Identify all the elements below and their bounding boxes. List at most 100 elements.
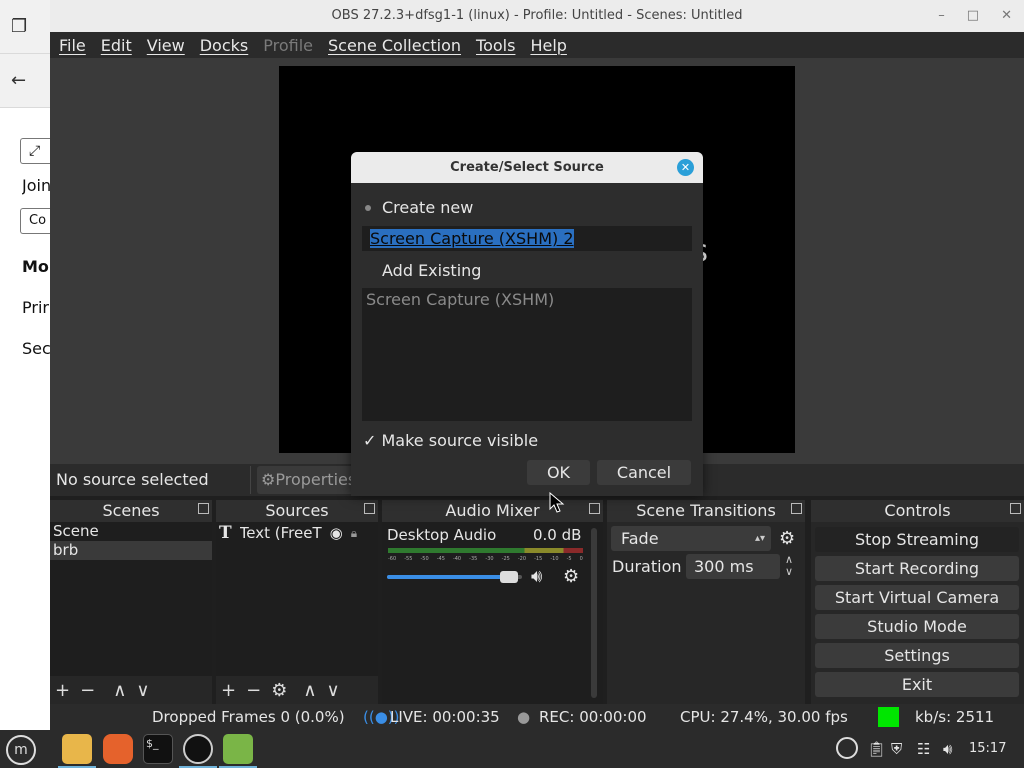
obs-tray-icon[interactable] [836, 737, 858, 759]
audio-mixer-title: Audio Mixer [445, 501, 540, 520]
move-up-icon[interactable]: ∧ [113, 680, 126, 701]
volume-slider-handle[interactable] [499, 571, 518, 583]
meter-tick: -50 [420, 556, 429, 562]
existing-sources-list[interactable]: Screen Capture (XSHM) [362, 288, 692, 421]
volume-icon[interactable]: 🔊︎ [943, 740, 952, 758]
firefox-icon[interactable] [103, 734, 133, 764]
mouse-cursor-icon [549, 492, 565, 513]
scrollbar[interactable] [591, 528, 597, 698]
maximize-button[interactable]: □ [967, 0, 979, 32]
close-button[interactable]: ✕ [1001, 0, 1012, 32]
remove-icon[interactable]: − [80, 680, 95, 701]
bg-button[interactable]: Co [20, 208, 50, 234]
taskbar: m $_ 📋︎ ⛨ ☷ 🔊︎ 15:17 [0, 730, 1024, 768]
scene-item[interactable]: brb [50, 541, 212, 560]
network-icon[interactable]: ☷ [917, 740, 930, 758]
obs-icon[interactable] [183, 734, 213, 764]
float-dock-icon[interactable] [1010, 503, 1021, 514]
menu-file[interactable]: File [59, 36, 86, 55]
transition-select[interactable]: Fade ▴▾ [611, 526, 771, 551]
visibility-eye-icon[interactable]: ◉ [330, 524, 343, 543]
existing-source-item[interactable]: Screen Capture (XSHM) [366, 290, 688, 309]
studio-mode-button[interactable]: Studio Mode [815, 614, 1019, 639]
float-dock-icon[interactable] [364, 503, 375, 514]
meter-tick: -15 [534, 556, 543, 562]
clock[interactable]: 15:17 [969, 741, 1006, 756]
exit-button[interactable]: Exit [815, 672, 1019, 697]
lock-icon[interactable]: 🔒︎ [351, 524, 357, 543]
meter-tick: -60 [388, 556, 397, 562]
cpu-usage: CPU: 27.4%, 30.00 fps [680, 708, 848, 726]
start-menu-icon[interactable]: m [6, 735, 36, 765]
gear-icon[interactable]: ⚙ [271, 680, 287, 701]
cancel-button[interactable]: Cancel [597, 460, 691, 485]
sources-dock-header: Sources [216, 500, 378, 522]
make-visible-checkbox[interactable]: ✓ Make source visible [363, 431, 538, 450]
no-source-label: No source selected [56, 470, 209, 489]
status-bar: Dropped Frames 0 (0.0%) ((●)) LIVE: 00:0… [50, 704, 1024, 730]
menu-help[interactable]: Help [530, 36, 566, 55]
menu-scene-collection[interactable]: Scene Collection [328, 36, 461, 55]
title-bar: OBS 27.2.3+dfsg1-1 (linux) - Profile: Un… [50, 0, 1024, 32]
files-icon[interactable] [62, 734, 92, 764]
volume-slider-track[interactable] [387, 571, 522, 583]
scene-item[interactable]: Scene [50, 522, 212, 541]
dialog-title: Create/Select Source [450, 160, 604, 175]
menu-view[interactable]: View [147, 36, 185, 55]
terminal-icon[interactable]: $_ [143, 734, 173, 764]
chevron-updown-icon: ▴▾ [754, 533, 765, 544]
source-name-input[interactable]: Screen Capture (XSHM) 2 [362, 226, 692, 251]
meter-tick: -25 [501, 556, 510, 562]
add-icon[interactable]: + [221, 680, 236, 701]
scenes-toolbar: + − ∧ ∨ [50, 676, 212, 704]
menu-docks[interactable]: Docks [200, 36, 249, 55]
gear-icon: ⚙ [261, 470, 276, 489]
move-up-icon[interactable]: ∧ [303, 680, 316, 701]
back-arrow-icon[interactable]: ← [0, 54, 50, 108]
stop-streaming-button[interactable]: Stop Streaming [815, 527, 1019, 552]
add-existing-label: Add Existing [382, 261, 482, 280]
add-icon[interactable]: + [55, 680, 70, 701]
move-down-icon[interactable]: ∨ [136, 680, 149, 701]
menu-profile[interactable]: Profile [263, 36, 313, 55]
float-dock-icon[interactable] [791, 503, 802, 514]
add-existing-radio[interactable]: Add Existing [382, 261, 481, 280]
scenes-title: Scenes [102, 501, 160, 520]
start-recording-button[interactable]: Start Recording [815, 556, 1019, 581]
clipboard-icon[interactable]: 📋︎ [867, 740, 886, 758]
ok-button[interactable]: OK [527, 460, 590, 485]
float-dock-icon[interactable] [589, 503, 600, 514]
meter-tick: -10 [550, 556, 559, 562]
float-dock-icon[interactable] [198, 503, 209, 514]
properties-button[interactable]: ⚙Properties [257, 466, 357, 494]
menu-edit[interactable]: Edit [101, 36, 132, 55]
meter-tick: -45 [436, 556, 445, 562]
settings-button[interactable]: Settings [815, 643, 1019, 668]
bg-heading: Mo [22, 257, 49, 276]
gear-icon[interactable]: ⚙ [563, 566, 579, 587]
close-icon[interactable]: ✕ [677, 159, 694, 176]
create-new-radio[interactable]: Create new [365, 198, 473, 217]
source-item-label: Text (FreeT [239, 523, 322, 542]
menu-bar: File Edit View Docks Profile Scene Colle… [50, 32, 1024, 58]
minimize-button[interactable]: – [938, 0, 945, 32]
duration-input[interactable]: 300 ms [686, 554, 780, 579]
shield-icon[interactable]: ⛨ [891, 740, 902, 758]
audio-mixer-body: Desktop Audio 0.0 dB -60 -55 -50 -45 -40… [382, 522, 603, 704]
transition-value: Fade [621, 529, 659, 548]
create-select-source-dialog: Create/Select Source ✕ Create new Screen… [351, 152, 703, 496]
mint-update-icon[interactable] [223, 734, 253, 764]
move-down-icon[interactable]: ∨ [327, 680, 340, 701]
start-virtual-camera-button[interactable]: Start Virtual Camera [815, 585, 1019, 610]
fullscreen-icon[interactable]: ⤢ [20, 138, 50, 164]
divider [250, 466, 251, 494]
duration-stepper[interactable]: ∧ ∨ [785, 554, 793, 578]
tab-overview-icon[interactable]: ❐ [0, 0, 50, 54]
gear-icon[interactable]: ⚙ [779, 528, 795, 549]
source-item[interactable]: T Text (FreeT ◉ 🔒︎ [216, 522, 378, 544]
menu-tools[interactable]: Tools [476, 36, 515, 55]
remove-icon[interactable]: − [246, 680, 261, 701]
meter-tick: -40 [452, 556, 462, 562]
speaker-icon[interactable]: 🔊︎ [531, 566, 542, 587]
make-visible-label: Make source visible [381, 431, 539, 450]
